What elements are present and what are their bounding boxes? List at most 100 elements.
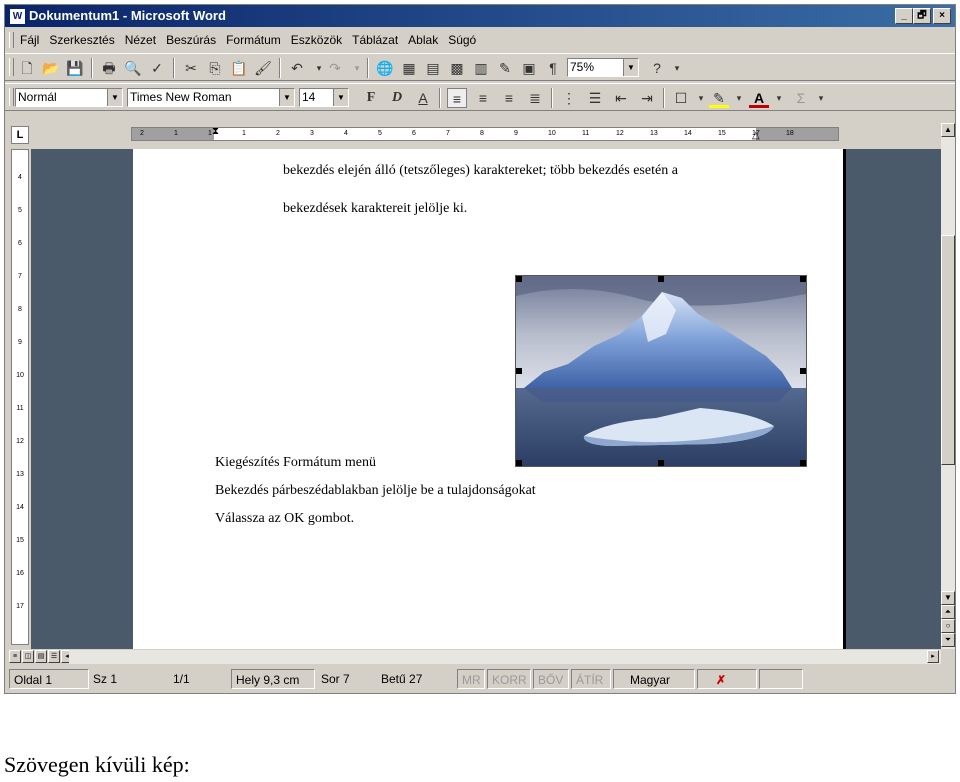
- paste-icon[interactable]: 📋: [229, 58, 249, 78]
- normal-view-icon[interactable]: ≡: [9, 650, 21, 663]
- resize-handle[interactable]: [516, 276, 522, 282]
- menu-item[interactable]: Eszközök: [286, 29, 347, 51]
- close-button[interactable]: ×: [933, 8, 951, 24]
- toolbar-grip[interactable]: [9, 88, 14, 106]
- menu-item[interactable]: Szerkesztés: [44, 29, 119, 51]
- vertical-scrollbar[interactable]: ▲ ▼ ⏶ ○ ⏷: [941, 123, 955, 649]
- drawing-icon[interactable]: ✎: [495, 58, 515, 78]
- cut-icon[interactable]: ✂: [181, 58, 201, 78]
- resize-handle[interactable]: [516, 368, 522, 374]
- zoom-combo[interactable]: 75% ▼: [567, 58, 639, 77]
- bold-button[interactable]: F: [361, 88, 381, 108]
- print-icon[interactable]: 🖶: [99, 58, 119, 78]
- spelling-icon[interactable]: ✓: [147, 58, 167, 78]
- scroll-right-icon[interactable]: ▸: [927, 650, 939, 663]
- status-macro-record[interactable]: MR: [457, 669, 485, 689]
- menu-item[interactable]: Táblázat: [347, 29, 403, 51]
- outline-view-icon[interactable]: ☰: [48, 650, 60, 663]
- numbering-icon[interactable]: ⋮: [559, 88, 579, 108]
- title-bar[interactable]: W Dokumentum1 - Microsoft Word _ 🗗 ×: [5, 5, 955, 27]
- font-color-dropdown-icon[interactable]: ▾: [769, 88, 789, 108]
- resize-handle[interactable]: [800, 368, 806, 374]
- menu-item[interactable]: Ablak: [403, 29, 443, 51]
- paragraph-line[interactable]: Bekezdés párbeszédablakban jelölje be a …: [215, 483, 536, 499]
- justify-icon[interactable]: ≣: [525, 88, 545, 108]
- open-folder-icon[interactable]: 📂: [41, 58, 61, 78]
- copy-icon[interactable]: ⎘: [205, 58, 225, 78]
- horizontal-scrollbar[interactable]: [69, 650, 941, 664]
- align-left-icon[interactable]: ≡: [447, 88, 467, 108]
- next-page-icon[interactable]: ⏷: [941, 633, 955, 647]
- help-icon[interactable]: ?: [647, 58, 667, 78]
- paragraph-line[interactable]: bekezdések karaktereit jelölje ki.: [283, 201, 467, 217]
- insert-excel-icon[interactable]: ▩: [447, 58, 467, 78]
- style-combo[interactable]: Normál ▼: [15, 88, 123, 107]
- vertical-ruler[interactable]: 4 5 6 7 8 9 10 11 12 13 14 15 16 17: [11, 149, 29, 645]
- resize-handle[interactable]: [658, 276, 664, 282]
- resize-handle[interactable]: [516, 460, 522, 466]
- resize-handle[interactable]: [800, 460, 806, 466]
- word-app-icon[interactable]: W: [9, 8, 26, 25]
- hyperlink-icon[interactable]: 🌐: [375, 58, 395, 78]
- menu-item[interactable]: Fájl: [15, 29, 44, 51]
- font-dropdown-icon[interactable]: ▼: [279, 89, 294, 106]
- underline-button[interactable]: A: [413, 88, 433, 108]
- resize-handle[interactable]: [800, 276, 806, 282]
- maximize-button[interactable]: 🗗: [913, 8, 931, 24]
- menu-item[interactable]: Nézet: [120, 29, 161, 51]
- undo-icon[interactable]: ↶: [287, 58, 307, 78]
- border-dropdown-icon[interactable]: ▾: [691, 88, 711, 108]
- increase-indent-icon[interactable]: ⇥: [637, 88, 657, 108]
- size-dropdown-icon[interactable]: ▼: [333, 89, 348, 106]
- italic-button[interactable]: D: [387, 88, 407, 108]
- paragraph-line[interactable]: Válassza az OK gombot.: [215, 511, 354, 527]
- autosum-icon[interactable]: Σ: [791, 88, 811, 108]
- menu-item[interactable]: Formátum: [221, 29, 286, 51]
- spelling-status-icon[interactable]: ✗: [697, 669, 757, 689]
- highlight-icon[interactable]: ✎: [709, 88, 729, 108]
- menu-grip[interactable]: [9, 32, 14, 48]
- border-icon[interactable]: ☐: [671, 88, 691, 108]
- align-center-icon[interactable]: ≡: [473, 88, 493, 108]
- highlight-dropdown-icon[interactable]: ▾: [729, 88, 749, 108]
- scroll-down-icon[interactable]: ▼: [941, 591, 955, 605]
- status-extend[interactable]: BŐV: [533, 669, 569, 689]
- toolbar-options-icon[interactable]: ▾: [811, 88, 831, 108]
- print-layout-icon[interactable]: ▤: [35, 650, 47, 663]
- columns-icon[interactable]: ▥: [471, 58, 491, 78]
- status-overtype[interactable]: ÁTÍR: [571, 669, 611, 689]
- resize-handle[interactable]: [658, 460, 664, 466]
- style-dropdown-icon[interactable]: ▼: [107, 89, 122, 106]
- size-combo[interactable]: 14 ▼: [299, 88, 349, 107]
- scroll-up-icon[interactable]: ▲: [941, 123, 955, 137]
- font-color-icon[interactable]: A: [749, 88, 769, 108]
- paragraph-line[interactable]: bekezdés elején álló (tetszőleges) karak…: [283, 163, 678, 179]
- font-combo[interactable]: Times New Roman ▼: [127, 88, 295, 107]
- insert-table-icon[interactable]: ▤: [423, 58, 443, 78]
- align-right-icon[interactable]: ≡: [499, 88, 519, 108]
- print-preview-icon[interactable]: 🔍: [123, 58, 143, 78]
- zoom-dropdown-icon[interactable]: ▼: [623, 59, 638, 76]
- menu-item[interactable]: Beszúrás: [161, 29, 221, 51]
- format-painter-icon[interactable]: 🖌: [253, 58, 273, 78]
- bullets-icon[interactable]: ☰: [585, 88, 605, 108]
- show-hide-pilcrow-icon[interactable]: ¶: [543, 58, 563, 78]
- web-view-icon[interactable]: ◫: [22, 650, 34, 663]
- select-browse-object-icon[interactable]: ○: [941, 619, 955, 633]
- paragraph-line[interactable]: Kiegészítés Formátum menü: [215, 455, 376, 471]
- tab-selector[interactable]: L: [11, 126, 29, 144]
- minimize-button[interactable]: _: [895, 8, 913, 24]
- redo-dropdown-icon[interactable]: ▾: [347, 58, 367, 78]
- previous-page-icon[interactable]: ⏶: [941, 605, 955, 619]
- horizontal-ruler[interactable]: 2 1 1 1 2 3 4 5 6 7 8 9 10 11 12 13 14 15 17 18 ⧗ △: [131, 126, 839, 141]
- right-indent-marker-icon[interactable]: △: [752, 130, 760, 141]
- toolbar-grip[interactable]: [9, 58, 14, 76]
- document-page[interactable]: bekezdés elején álló (tetszőleges) karak…: [133, 149, 846, 649]
- tables-borders-icon[interactable]: ▦: [399, 58, 419, 78]
- status-language[interactable]: Magyar: [613, 669, 695, 689]
- indent-marker-icon[interactable]: ⧗: [212, 126, 219, 137]
- status-track-changes[interactable]: KORR: [487, 669, 531, 689]
- decrease-indent-icon[interactable]: ⇤: [611, 88, 631, 108]
- iceberg-picture[interactable]: [515, 275, 807, 467]
- toolbar-options-icon[interactable]: ▾: [667, 58, 687, 78]
